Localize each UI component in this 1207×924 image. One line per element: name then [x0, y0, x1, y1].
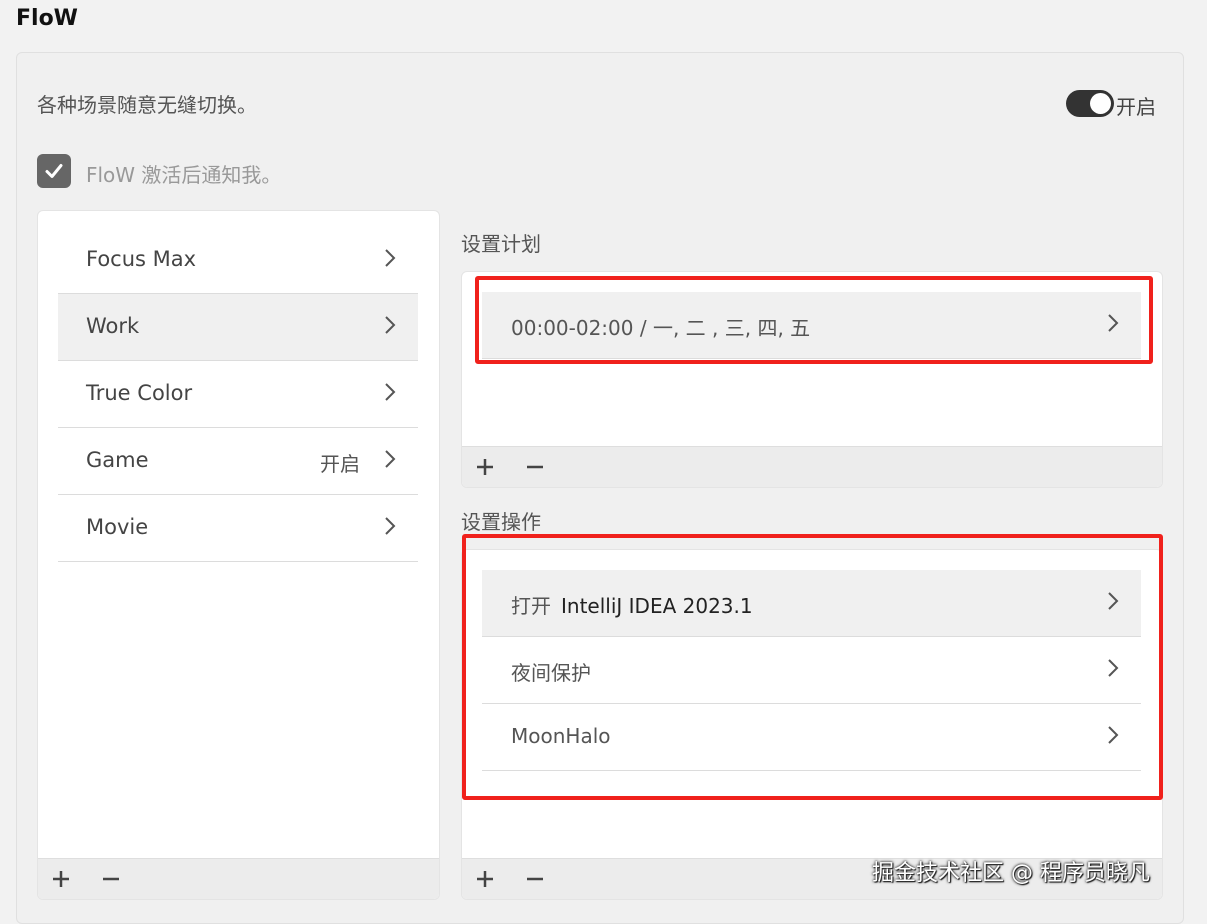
scene-item-game[interactable]: Game 开启 — [58, 428, 418, 495]
plus-icon[interactable] — [475, 869, 495, 889]
actions-section-title: 设置操作 — [461, 510, 541, 534]
chevron-right-icon — [385, 517, 396, 535]
flow-toggle[interactable] — [1066, 90, 1114, 117]
toggle-knob — [1090, 93, 1111, 114]
scene-label: Focus Max — [86, 247, 197, 271]
description-text: 各种场景随意无缝切换。 — [37, 93, 257, 117]
scene-label: Work — [86, 314, 140, 338]
watermark: 掘金技术社区 @ 程序员晓凡 — [872, 861, 1150, 886]
chevron-right-icon — [385, 383, 396, 401]
chevron-right-icon — [385, 450, 396, 468]
actions-highlight-box — [462, 534, 1163, 800]
notify-label: FloW 激活后通知我。 — [86, 163, 282, 187]
scene-item-true-color[interactable]: True Color — [58, 361, 418, 428]
scene-label: True Color — [86, 381, 193, 405]
scene-label: Game — [86, 448, 149, 472]
notify-checkbox[interactable] — [37, 154, 71, 188]
app-title: FloW — [16, 6, 78, 31]
minus-icon[interactable] — [525, 457, 545, 477]
plus-icon[interactable] — [475, 457, 495, 477]
schedule-section-title: 设置计划 — [461, 232, 541, 256]
scene-status: 开启 — [320, 452, 360, 476]
chevron-right-icon — [385, 316, 396, 334]
scene-item-movie[interactable]: Movie — [58, 495, 418, 562]
chevron-right-icon — [385, 249, 396, 267]
scene-item-focus-max[interactable]: Focus Max — [58, 227, 418, 294]
minus-icon[interactable] — [525, 869, 545, 889]
check-icon — [45, 164, 63, 178]
schedule-footer — [462, 446, 1162, 487]
schedule-highlight-box — [475, 276, 1153, 364]
scene-item-work[interactable]: Work — [58, 294, 418, 361]
plus-icon[interactable] — [51, 869, 71, 889]
scene-label: Movie — [86, 515, 149, 539]
scene-list-footer — [38, 858, 439, 899]
scene-list: Focus Max Work True Color Game 开启 Movie — [37, 210, 440, 900]
toggle-label: 开启 — [1116, 95, 1156, 119]
minus-icon[interactable] — [101, 869, 121, 889]
